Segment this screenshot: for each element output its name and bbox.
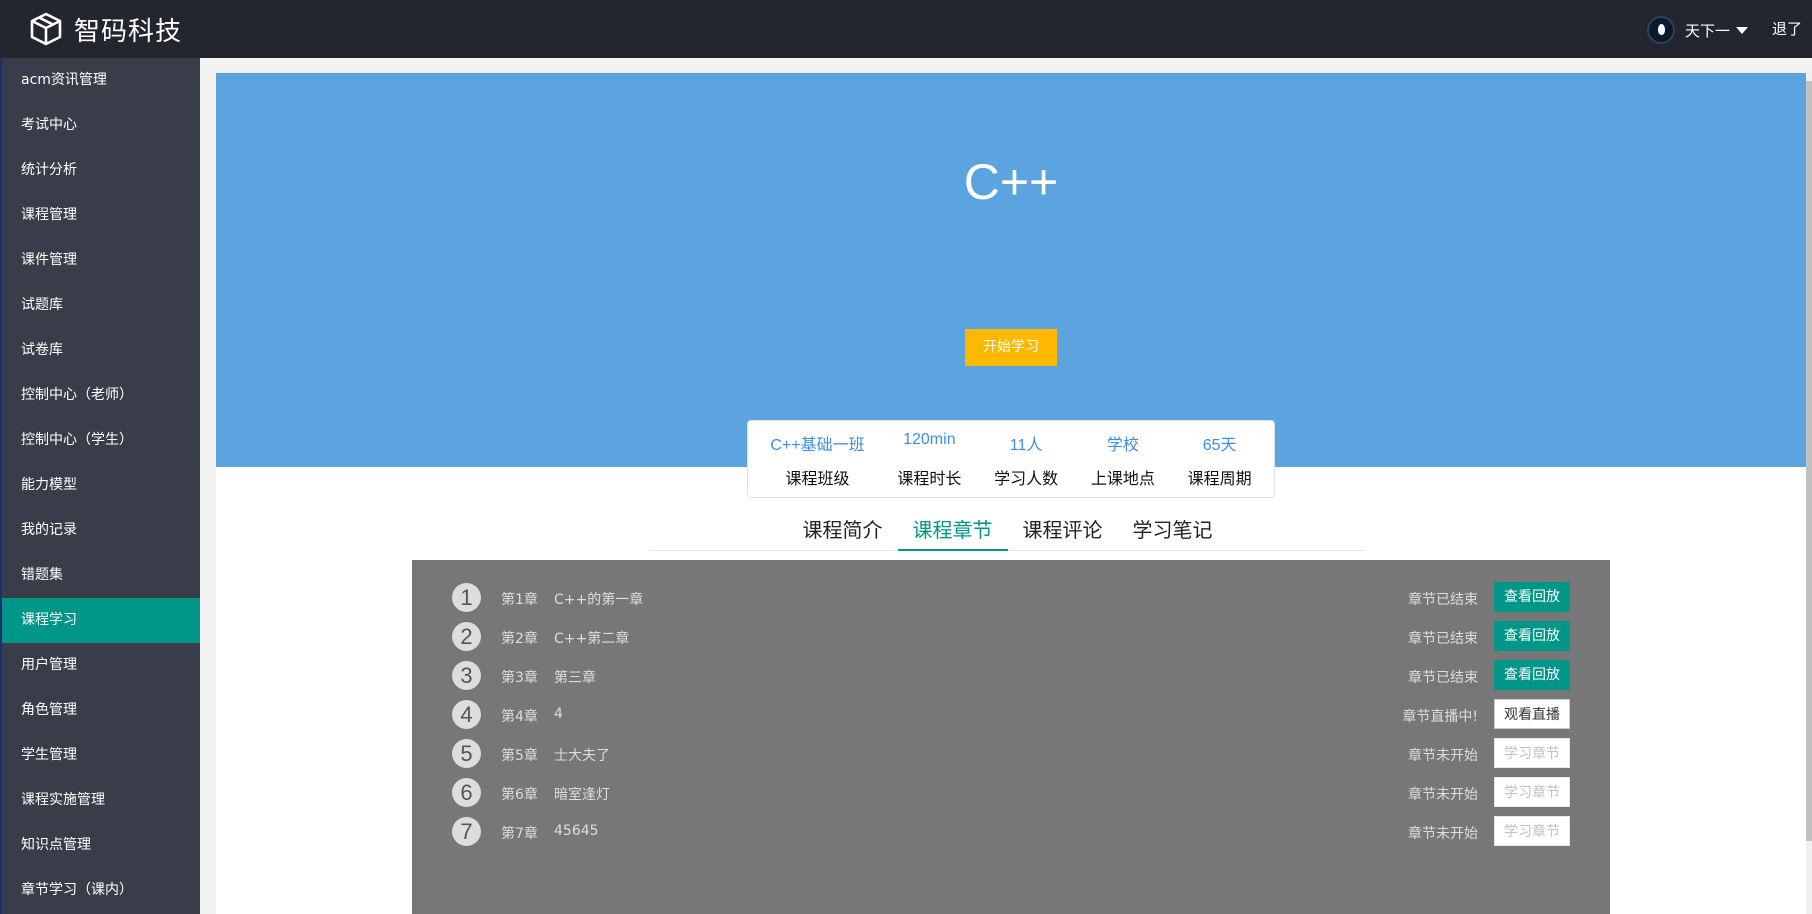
- user-name[interactable]: 天下一: [1685, 20, 1730, 41]
- sidebar-item[interactable]: 试题库: [2, 283, 200, 328]
- chapter-name: 第三章: [554, 670, 596, 686]
- sidebar-item[interactable]: 控制中心（老师）: [2, 373, 200, 418]
- chapter-name: 45645: [554, 823, 599, 839]
- course-info-card: C++基础一班 课程班级 120min 课程时长 11人 学习人数 学校 上课地点 65天 课程周…: [747, 420, 1275, 498]
- course-info-value: C++基础一班: [770, 437, 865, 454]
- course-info-item: 120min 课程时长: [897, 421, 961, 497]
- course-info-item: 学校 上课地点: [1091, 421, 1155, 497]
- chapter-list: 1 第1章 C++的第一章 章节已结束 查看回放 2 第2章 C++第二章 章节已结束 查看回放 3…: [412, 560, 1610, 914]
- chapter-number-badge: 5: [452, 739, 481, 768]
- course-tabs: 课程简介 课程章节 课程评论 学习笔记: [649, 513, 1366, 551]
- chapter-index: 第6章: [501, 787, 538, 803]
- tab[interactable]: 课程简介: [788, 513, 898, 551]
- chapter-number-badge: 1: [452, 583, 481, 612]
- chapter-number-badge: 3: [452, 661, 481, 690]
- chapter-number-badge: 4: [452, 700, 481, 729]
- caret-down-icon[interactable]: [1736, 26, 1748, 34]
- sidebar-item[interactable]: 课程学习: [2, 598, 200, 643]
- chapter-row: 7 第7章 45645 章节未开始 学习章节: [412, 809, 1610, 854]
- chapter-status: 章节已结束: [1408, 670, 1478, 686]
- sidebar-item[interactable]: 课件管理: [2, 238, 200, 283]
- chapter-replay-button[interactable]: 查看回放: [1494, 621, 1570, 651]
- chapter-status: 章节未开始: [1408, 826, 1478, 842]
- start-learning-button[interactable]: 开始学习: [965, 329, 1057, 366]
- chapter-index: 第5章: [501, 748, 538, 764]
- course-info-item: 65天课程周期: [1188, 421, 1252, 497]
- sidebar-item[interactable]: 课程管理: [2, 193, 200, 238]
- sidebar-item[interactable]: 用户管理: [2, 643, 200, 688]
- sidebar-item[interactable]: 试卷库: [2, 328, 200, 373]
- tab[interactable]: 课程章节: [897, 513, 1008, 551]
- course-info-item: C++基础一班 课程班级: [770, 421, 864, 497]
- course-hero: C++ 开始学习: [216, 73, 1806, 467]
- main-content: C++ 开始学习 C++基础一班 课程班级 120min 课程时长 11人 学习人数 学校上…: [200, 58, 1812, 914]
- course-info-label: 课程班级: [785, 469, 850, 488]
- avatar[interactable]: [1646, 16, 1675, 44]
- chapter-name: C++第二章: [554, 631, 630, 647]
- chapter-index: 第1章: [501, 592, 538, 608]
- sidebar-item[interactable]: 学生管理: [2, 733, 200, 778]
- chapter-study-button[interactable]: 学习章节: [1494, 816, 1570, 846]
- chapter-index: 第2章: [501, 631, 538, 647]
- app-title: 智码科技: [74, 16, 183, 47]
- course-info-label: 课程时长: [897, 469, 962, 488]
- sidebar-item[interactable]: 控制中心（学生）: [2, 418, 200, 463]
- course-info-item: 11人学习人数: [994, 421, 1058, 497]
- tab[interactable]: 课程评论: [1008, 513, 1118, 551]
- chapter-index: 第4章: [501, 709, 538, 725]
- sidebar-item[interactable]: 错题集: [2, 553, 200, 598]
- chapter-name: C++的第一章: [554, 592, 644, 608]
- sidebar-item[interactable]: 章节学习（课内）: [2, 868, 200, 913]
- sidebar-item[interactable]: 我的记录: [2, 508, 200, 553]
- sidebar-item[interactable]: 知识点管理: [2, 823, 200, 868]
- chapter-status: 章节直播中!: [1402, 709, 1478, 725]
- chapter-replay-button[interactable]: 查看回放: [1494, 582, 1570, 612]
- scrollbar[interactable]: [1806, 73, 1812, 914]
- chapter-number-badge: 2: [452, 622, 481, 651]
- chapter-name: 暗室逢灯: [554, 787, 610, 803]
- course-title: C++: [963, 154, 1059, 210]
- chapter-number-badge: 6: [452, 778, 481, 807]
- chapter-index: 第3章: [501, 670, 538, 686]
- sidebar-item[interactable]: 课程实施管理: [2, 778, 200, 823]
- chapter-status: 章节未开始: [1408, 748, 1478, 764]
- course-info-value: 65天: [1202, 437, 1237, 454]
- chapter-number-badge: 7: [452, 817, 481, 846]
- chapter-study-button[interactable]: 学习章节: [1494, 777, 1570, 807]
- chapter-live-button[interactable]: 观看直播: [1494, 699, 1570, 729]
- course-info-label: 课程周期: [1187, 469, 1252, 488]
- course-info-value: 120min: [903, 431, 956, 448]
- course-info-label: 上课地点: [1090, 469, 1155, 488]
- chapter-status: 章节已结束: [1408, 631, 1478, 647]
- sidebar-item[interactable]: 能力模型: [2, 463, 200, 508]
- user-menu[interactable]: 天下一: [1646, 16, 1748, 44]
- chapter-name: 4: [554, 706, 563, 722]
- logout-link[interactable]: 退了: [1772, 18, 1802, 39]
- sidebar-item[interactable]: 统计分析: [2, 148, 200, 193]
- chapter-replay-button[interactable]: 查看回放: [1494, 660, 1570, 690]
- tab[interactable]: 学习笔记: [1118, 513, 1228, 551]
- sidebar-item[interactable]: 考试中心: [2, 103, 200, 148]
- course-info-value: 学校: [1106, 437, 1139, 454]
- chapter-study-button[interactable]: 学习章节: [1494, 738, 1570, 768]
- chapter-name: 士大夫了: [554, 748, 610, 764]
- course-info-value: 11人: [1009, 437, 1043, 454]
- sidebar-item[interactable]: acm资讯管理: [2, 58, 200, 103]
- sidebar-item[interactable]: 角色管理: [2, 688, 200, 733]
- scrollbar-thumb[interactable]: [1806, 81, 1812, 841]
- chapter-index: 第7章: [501, 826, 538, 842]
- course-info-label: 学习人数: [994, 469, 1059, 488]
- cube-logo-icon: [30, 12, 62, 46]
- logo[interactable]: 智码科技: [28, 10, 182, 48]
- chapter-status: 章节已结束: [1408, 592, 1478, 608]
- course-panel: C++ 开始学习 C++基础一班 课程班级 120min 课程时长 11人 学习人数 学校上…: [216, 73, 1806, 914]
- top-bar: 智码科技 天下一 退了: [0, 0, 1812, 58]
- sidebar: acm资讯管理 考试中心 统计分析 课程管理 课件管理 试题库 试卷库 控制中心（老师） 控制中…: [0, 58, 200, 914]
- chapter-status: 章节未开始: [1408, 787, 1478, 803]
